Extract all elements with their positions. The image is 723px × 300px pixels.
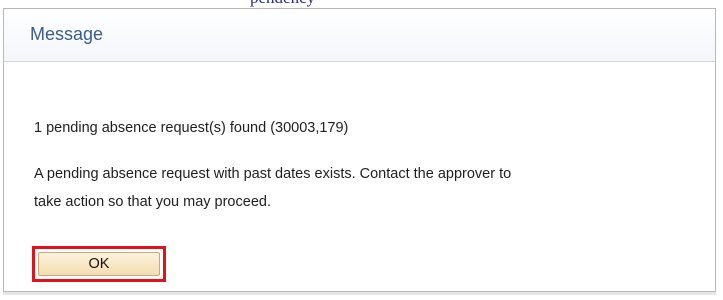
top-strip-text: pendency [250, 0, 315, 8]
message-line-pending-count: 1 pending absence request(s) found (3000… [34, 120, 349, 136]
top-strip: pendency [0, 0, 723, 8]
dialog-bottom-shadow [3, 292, 716, 295]
page: pendency Message 1 pending absence reque… [0, 0, 723, 300]
ok-button-highlight: OK [32, 246, 166, 282]
ok-button[interactable]: OK [38, 252, 160, 276]
message-line-warning-continued: take action so that you may proceed. [34, 194, 271, 210]
dialog-title: Message [30, 24, 104, 44]
message-dialog: Message 1 pending absence request(s) fou… [3, 8, 716, 292]
dialog-header: Message [4, 9, 715, 62]
message-line-warning: A pending absence request with past date… [34, 166, 512, 182]
